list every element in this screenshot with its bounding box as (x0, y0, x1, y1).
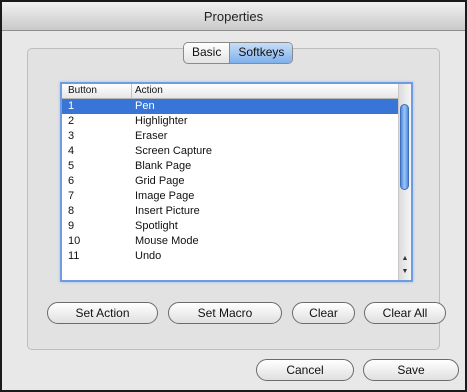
action-cell: Undo (135, 250, 162, 262)
table-body: 1 Pen 2 Highlighter 3 Eraser 4 Screen Ca… (62, 99, 401, 264)
button-number-cell: 2 (68, 115, 75, 127)
button-number-cell: 4 (68, 145, 75, 157)
button-number-cell: 11 (68, 250, 80, 262)
table-row[interactable]: 4 Screen Capture (62, 144, 401, 159)
tab-basic[interactable]: Basic (184, 43, 229, 63)
scrollbar-thumb[interactable] (400, 104, 409, 190)
action-cell: Highlighter (135, 115, 188, 127)
cancel-button[interactable]: Cancel (256, 359, 354, 381)
tab-softkeys[interactable]: Softkeys (229, 43, 293, 63)
action-cell: Eraser (135, 130, 168, 142)
button-number-cell: 9 (68, 220, 75, 232)
action-cell: Insert Picture (135, 205, 200, 217)
table-row[interactable]: 9 Spotlight (62, 219, 401, 234)
column-header-action[interactable]: Action (132, 84, 163, 98)
window-title: Properties (203, 9, 264, 24)
column-header-button[interactable]: Button (62, 84, 132, 98)
action-cell: Image Page (135, 190, 195, 202)
table-header: Button Action (62, 84, 401, 99)
button-number-cell: 3 (68, 130, 75, 142)
clear-button[interactable]: Clear (292, 302, 355, 324)
table-row[interactable]: 10 Mouse Mode (62, 234, 401, 249)
action-cell: Mouse Mode (135, 235, 199, 247)
vertical-scrollbar[interactable]: ▲ ▼ (398, 84, 411, 280)
table-row[interactable]: 5 Blank Page (62, 159, 401, 174)
softkeys-table: Button Action 1 Pen 2 Highlighter 3 Eras… (60, 82, 413, 282)
table-row[interactable]: 3 Eraser (62, 129, 401, 144)
action-cell: Grid Page (135, 175, 185, 187)
button-number-cell: 8 (68, 205, 75, 217)
table-row[interactable]: 6 Grid Page (62, 174, 401, 189)
table-row[interactable]: 1 Pen (62, 99, 401, 114)
table-row[interactable]: 7 Image Page (62, 189, 401, 204)
action-cell: Pen (135, 100, 155, 112)
button-number-cell: 10 (68, 235, 81, 247)
action-cell: Screen Capture (135, 145, 213, 157)
set-macro-button[interactable]: Set Macro (168, 302, 282, 324)
scroll-down-arrow-icon[interactable]: ▼ (399, 266, 411, 278)
title-bar[interactable]: Properties (2, 2, 465, 31)
save-button[interactable]: Save (363, 359, 459, 381)
button-number-cell: 6 (68, 175, 75, 187)
scroll-up-arrow-icon[interactable]: ▲ (399, 253, 411, 265)
action-cell: Blank Page (135, 160, 192, 172)
action-cell: Spotlight (135, 220, 178, 232)
button-number-cell: 7 (68, 190, 75, 202)
tab-control: Basic Softkeys (183, 42, 294, 64)
properties-dialog: Properties Basic Softkeys Button Action … (0, 0, 467, 392)
table-row[interactable]: 11 Undo (62, 249, 401, 264)
button-number-cell: 1 (68, 100, 75, 112)
set-action-button[interactable]: Set Action (47, 302, 158, 324)
button-number-cell: 5 (68, 160, 75, 172)
table-row[interactable]: 8 Insert Picture (62, 204, 401, 219)
table-row[interactable]: 2 Highlighter (62, 114, 401, 129)
clear-all-button[interactable]: Clear All (364, 302, 446, 324)
